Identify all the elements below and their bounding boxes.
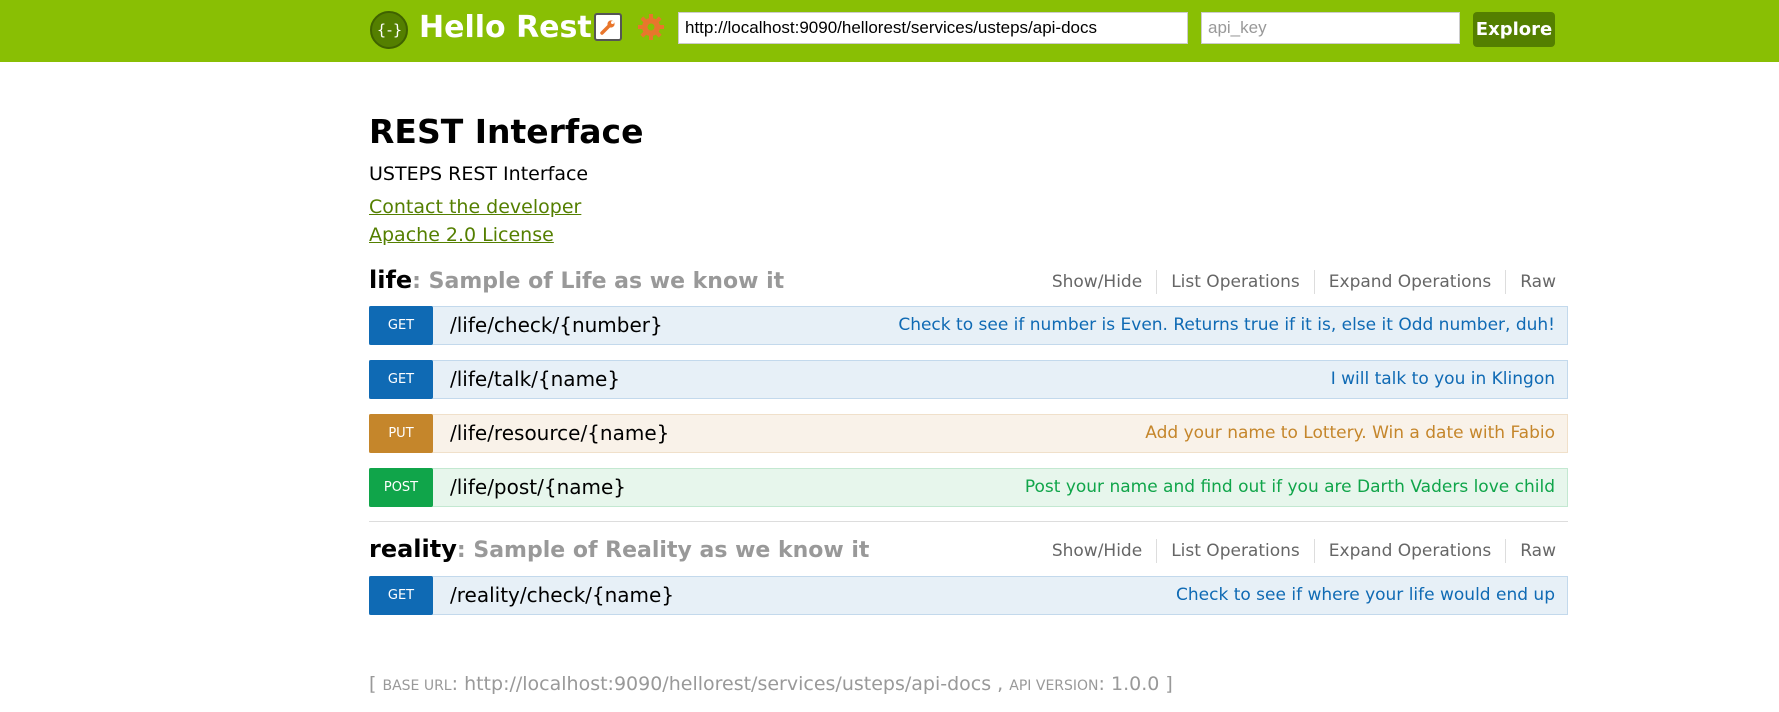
api-version-value: 1.0.0 <box>1110 673 1160 695</box>
operation-path[interactable]: /life/check/{number} <box>450 307 663 344</box>
api-key-input[interactable] <box>1201 12 1460 44</box>
resource-name[interactable]: life <box>369 266 412 294</box>
operation-row[interactable]: GET /reality/check/{name} Check to see i… <box>369 576 1568 615</box>
resource-header-life: life: Sample of Life as we know it Show/… <box>369 262 1569 298</box>
wrench-icon <box>600 20 615 35</box>
operation-summary[interactable]: Post your name and find out if you are D… <box>1025 469 1555 506</box>
operation-path[interactable]: /life/post/{name} <box>450 469 626 506</box>
header-bar: {-} Hello Rest Explore <box>0 0 1779 62</box>
http-method-badge[interactable]: GET <box>369 306 433 345</box>
raw-link[interactable]: Raw <box>1506 270 1569 294</box>
api-version-label: API Version <box>1009 678 1099 694</box>
operation-path[interactable]: /life/resource/{name} <box>450 415 669 452</box>
page-title: REST Interface <box>369 112 644 151</box>
base-url-label: Base URL <box>382 678 452 694</box>
operation-row[interactable]: POST /life/post/{name} Post your name an… <box>369 468 1568 507</box>
raw-link[interactable]: Raw <box>1506 539 1569 563</box>
explore-button[interactable]: Explore <box>1473 12 1555 47</box>
http-method-badge[interactable]: GET <box>369 360 433 399</box>
resource-description: : Sample of Reality as we know it <box>456 538 870 563</box>
operation-row[interactable]: PUT /life/resource/{name} Add your name … <box>369 414 1568 453</box>
http-method-badge[interactable]: GET <box>369 576 433 615</box>
resource-name[interactable]: reality <box>369 535 457 563</box>
resource-header-reality: reality: Sample of Reality as we know it… <box>369 531 1569 567</box>
license-link[interactable]: Apache 2.0 License <box>369 222 554 248</box>
contact-developer-link[interactable]: Contact the developer <box>369 194 581 220</box>
resource-actions: Show/Hide List Operations Expand Operati… <box>1038 539 1569 563</box>
http-method-badge[interactable]: POST <box>369 468 433 507</box>
operation-row[interactable]: GET /life/talk/{name} I will talk to you… <box>369 360 1568 399</box>
operation-summary[interactable]: Check to see if number is Even. Returns … <box>898 307 1555 344</box>
operation-summary[interactable]: Add your name to Lottery. Win a date wit… <box>1145 415 1555 452</box>
list-operations-link[interactable]: List Operations <box>1157 270 1315 294</box>
resource-divider <box>369 521 1568 522</box>
wrench-tool-button[interactable] <box>594 13 622 41</box>
operation-path[interactable]: /life/talk/{name} <box>450 361 620 398</box>
list-operations-link[interactable]: List Operations <box>1157 539 1315 563</box>
operation-row[interactable]: GET /life/check/{number} Check to see if… <box>369 306 1568 345</box>
expand-operations-link[interactable]: Expand Operations <box>1315 270 1507 294</box>
operation-summary[interactable]: Check to see if where your life would en… <box>1176 577 1555 614</box>
resource-title[interactable]: reality: Sample of Reality as we know it <box>369 531 869 569</box>
app-title[interactable]: Hello Rest <box>419 8 592 48</box>
resource-actions: Show/Hide List Operations Expand Operati… <box>1038 270 1569 294</box>
http-method-badge[interactable]: PUT <box>369 414 433 453</box>
expand-operations-link[interactable]: Expand Operations <box>1315 539 1507 563</box>
resource-description: : Sample of Life as we know it <box>412 269 785 294</box>
resource-title[interactable]: life: Sample of Life as we know it <box>369 262 784 300</box>
gear-icon[interactable] <box>636 12 666 42</box>
footer-close-bracket: ] <box>1165 673 1173 695</box>
show-hide-link[interactable]: Show/Hide <box>1038 270 1158 294</box>
footer-open-bracket: [ <box>369 673 377 695</box>
api-url-input[interactable] <box>678 12 1188 44</box>
show-hide-link[interactable]: Show/Hide <box>1038 539 1158 563</box>
operation-path[interactable]: /reality/check/{name} <box>450 577 674 614</box>
page-description: USTEPS REST Interface <box>369 163 589 185</box>
base-url-footer: [ Base URL: http://localhost:9090/hellor… <box>369 673 1173 695</box>
base-url-value: http://localhost:9090/hellorest/services… <box>464 673 992 695</box>
operation-summary[interactable]: I will talk to you in Klingon <box>1331 361 1555 398</box>
swagger-logo-icon[interactable]: {-} <box>370 11 408 49</box>
